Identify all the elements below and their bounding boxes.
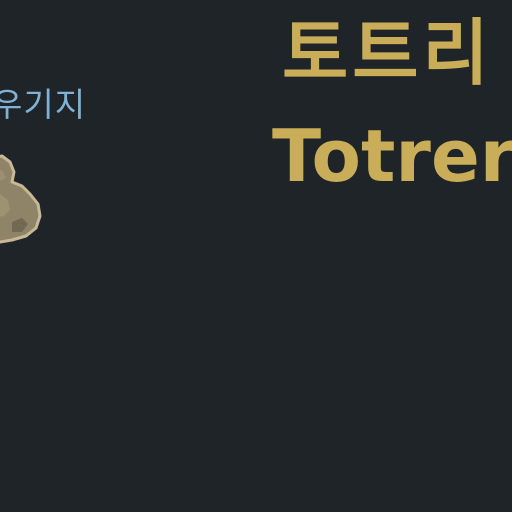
location-label[interactable]: 우기지 <box>0 84 86 126</box>
stone-ore-icon[interactable] <box>0 152 44 246</box>
character-name-korean: 토트리 <box>282 11 493 95</box>
character-name-english: Totreri <box>272 114 512 198</box>
game-screen: 우기지 토트리 Totreri <box>0 0 512 512</box>
